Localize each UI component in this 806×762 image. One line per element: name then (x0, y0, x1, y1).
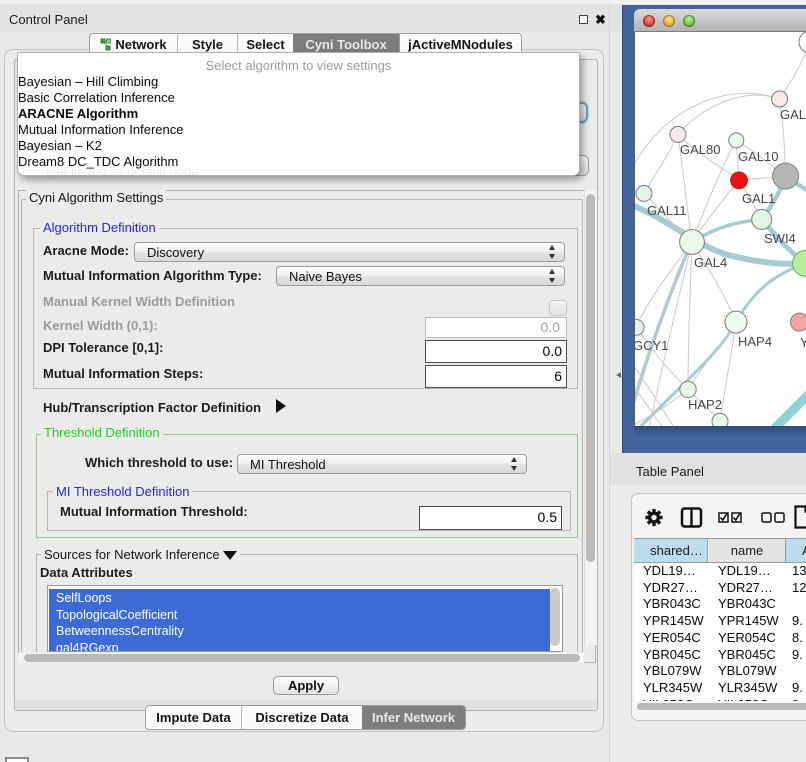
svg-text:YM: YM (800, 335, 806, 350)
svg-text:GAL10: GAL10 (738, 149, 778, 164)
svg-text:GAL11: GAL11 (647, 203, 687, 218)
svg-text:GAL80: GAL80 (680, 142, 720, 157)
svg-text:GAL3: GAL3 (780, 107, 806, 122)
svg-text:SWI4: SWI4 (764, 231, 796, 246)
svg-text:GAL4: GAL4 (694, 255, 727, 270)
svg-text:GCY1: GCY1 (635, 338, 668, 353)
svg-text:HAP2: HAP2 (688, 397, 722, 412)
svg-text:GAL1: GAL1 (742, 191, 775, 206)
svg-text:HAP4: HAP4 (738, 334, 772, 349)
